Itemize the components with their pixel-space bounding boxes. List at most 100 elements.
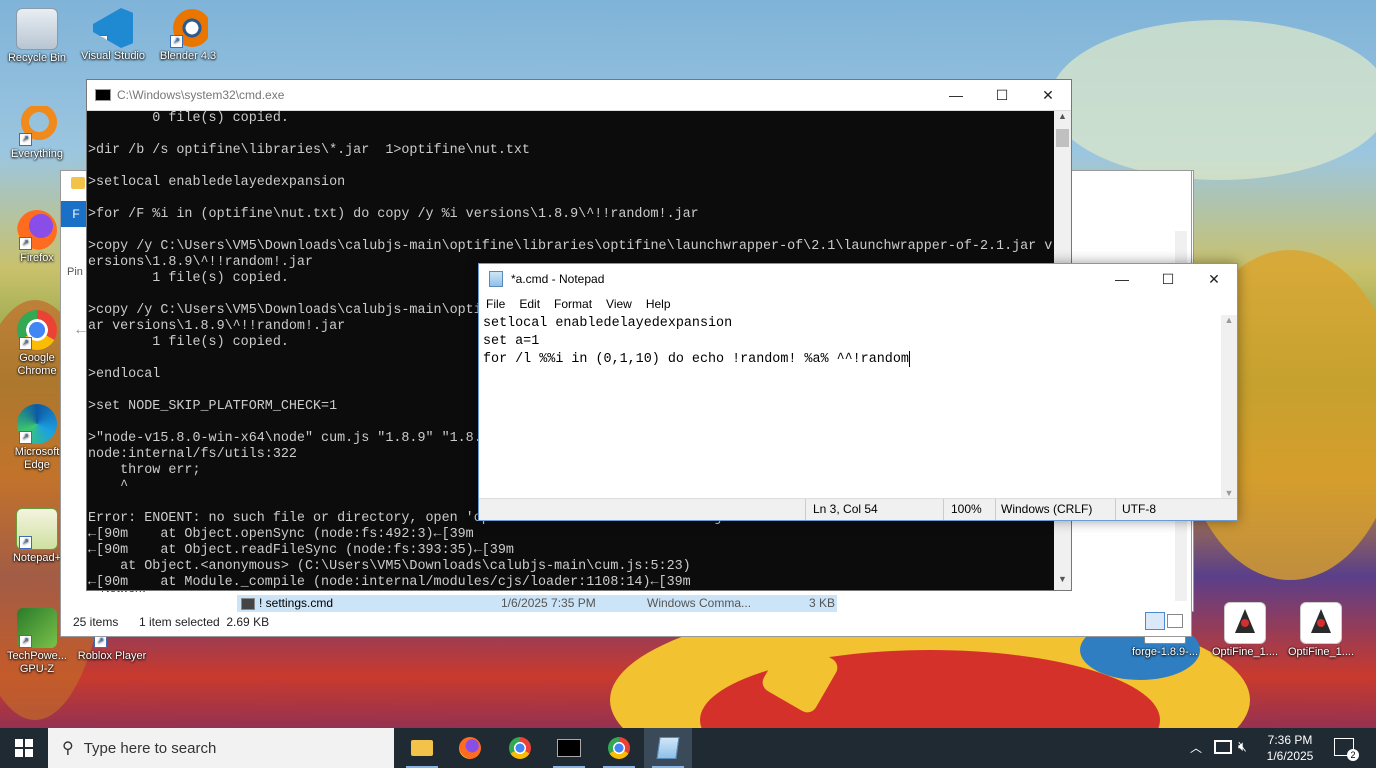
taskbar-cmd[interactable] [545,728,593,768]
scroll-thumb[interactable] [1056,129,1069,147]
console-line: >copy /y C:\Users\VM5\Downloads\calubjs-… [88,239,1053,254]
show-hidden-icons-button[interactable]: ︿ [1190,739,1202,756]
pin-label: Pin [67,266,83,278]
shortcut-arrow-icon: ↗ [19,431,32,444]
close-button[interactable]: ✕ [1025,80,1071,110]
cmd-title: C:\Windows\system32\cmd.exe [117,88,285,102]
java-icon [1224,602,1266,644]
minimize-button[interactable]: — [1099,264,1145,294]
details-view-icon[interactable] [1145,612,1165,630]
taskbar: ⚲ Type here to search ︿ 🔇︎ 7:36 PM 1/6/2… [0,728,1376,768]
file-name: ! settings.cmd [259,596,334,610]
wallpaper-cloud [1050,20,1376,180]
file-row[interactable]: ! settings.cmd 1/6/2025 7:35 PM Windows … [237,595,837,612]
windows-logo-icon [15,739,33,757]
menu-help[interactable]: Help [639,297,678,311]
menu-bar: File Edit Format View Help [479,294,1237,314]
firefox-icon [459,737,481,759]
status-bar: Ln 3, Col 54 100% Windows (CRLF) UTF-8 [479,498,1237,520]
menu-format[interactable]: Format [547,297,599,311]
status-selected: 1 item selected 2.69 KB [139,615,270,629]
vscode-icon: ↗ [93,8,133,48]
search-icon: ⚲ [62,740,74,757]
shortcut-arrow-icon: ↗ [19,237,32,250]
clock-time: 7:36 PM [1267,733,1313,747]
taskbar-notepad[interactable] [644,728,692,768]
status-items: 25 items [73,615,119,629]
maximize-button[interactable]: ☐ [979,80,1025,110]
notepad-window: *a.cmd - Notepad — ☐ ✕ File Edit Format … [478,263,1238,521]
scroll-up-arrow-icon[interactable]: ▲ [1221,315,1237,325]
network-icon[interactable] [1214,740,1232,754]
shortcut-arrow-icon: ↗ [95,35,108,48]
recycle-bin-icon [16,8,58,50]
blender-icon: ↗ [168,8,208,48]
desktop-icon-blender[interactable]: ↗ Blender 4.3 [153,8,223,63]
search-box[interactable]: ⚲ Type here to search [48,728,394,768]
editor-line: set a=1 [483,334,540,349]
chrome-icon: ↗ [17,310,57,350]
console-line: 0 file(s) copied. [88,111,289,126]
edge-icon: ↗ [17,404,57,444]
cmd-file-icon [241,598,255,610]
file-date: 1/6/2025 7:35 PM [501,596,596,610]
console-line: at Object.<anonymous> (C:\Users\VM5\Down… [88,559,691,574]
desktop-icon-recycle-bin[interactable]: Recycle Bin [2,8,72,65]
menu-file[interactable]: File [479,297,512,311]
editor-line: setlocal enabledelayedexpansion [483,316,733,331]
text-caret [908,351,910,367]
notepad-app-icon [489,271,503,287]
scroll-down-arrow-icon[interactable]: ▼ [1221,488,1237,498]
minimize-button[interactable]: — [933,80,979,110]
folder-icon [71,177,85,189]
clock-date: 1/6/2025 [1266,749,1314,763]
shortcut-arrow-icon: ↗ [19,337,32,350]
zoom-level: 100% [951,502,982,516]
gpuz-icon: ↗ [17,608,57,648]
search-placeholder: Type here to search [83,739,217,757]
console-line: ←[90m at Object.openSync (node:fs:492:3)… [88,527,474,542]
desktop-icon-optifine-1[interactable]: OptiFine_1.... [1210,602,1280,659]
taskbar-firefox[interactable] [446,728,494,768]
scroll-up-arrow-icon[interactable]: ▲ [1054,111,1071,127]
status-divider [805,499,806,520]
firefox-icon: ↗ [17,210,57,250]
start-button[interactable] [0,728,48,768]
shortcut-arrow-icon: ↗ [170,35,183,48]
shortcut-arrow-icon: ↗ [19,635,32,648]
cursor-position: Ln 3, Col 54 [813,502,878,516]
volume-muted-icon[interactable]: 🔇︎ [1238,738,1247,755]
large-icons-view-icon[interactable] [1167,614,1183,628]
chrome-icon [509,737,531,759]
notepad-icon [656,737,680,759]
cmd-app-icon [95,89,111,101]
scroll-down-arrow-icon[interactable]: ▼ [1054,574,1071,590]
chrome-profile-icon [608,737,630,759]
taskbar-chrome-profile[interactable] [595,728,643,768]
taskbar-file-explorer[interactable] [398,728,446,768]
desktop-icon-optifine-2[interactable]: OptiFine_1.... [1286,602,1356,659]
notepad-titlebar[interactable]: *a.cmd - Notepad — ☐ ✕ [479,264,1237,294]
menu-view[interactable]: View [599,297,639,311]
everything-icon: ↗ [17,106,57,146]
notification-count-badge: 2 [1347,749,1359,761]
console-line: ←[90m at Module._compile (node:internal/… [88,575,691,590]
file-type: Windows Comma... [647,596,752,610]
clock[interactable]: 7:36 PM 1/6/2025 [1262,732,1318,764]
desktop-icon-everything[interactable]: ↗ Everything [2,106,72,161]
menu-edit[interactable]: Edit [512,297,547,311]
scrollbar[interactable]: ▲ ▼ [1221,315,1237,498]
close-button[interactable]: ✕ [1191,264,1237,294]
java-icon [1300,602,1342,644]
text-editor[interactable]: setlocal enabledelayedexpansion set a=1 fo… [483,315,1219,498]
cmd-titlebar[interactable]: C:\Windows\system32\cmd.exe — ☐ ✕ [87,80,1071,111]
taskbar-chrome[interactable] [496,728,544,768]
maximize-button[interactable]: ☐ [1145,264,1191,294]
file-size: 3 KB [809,596,836,610]
notification-center-button[interactable]: 2 [1334,738,1359,761]
status-divider [943,499,944,520]
desktop-icon-vscode[interactable]: ↗ Visual Studio [78,8,148,63]
